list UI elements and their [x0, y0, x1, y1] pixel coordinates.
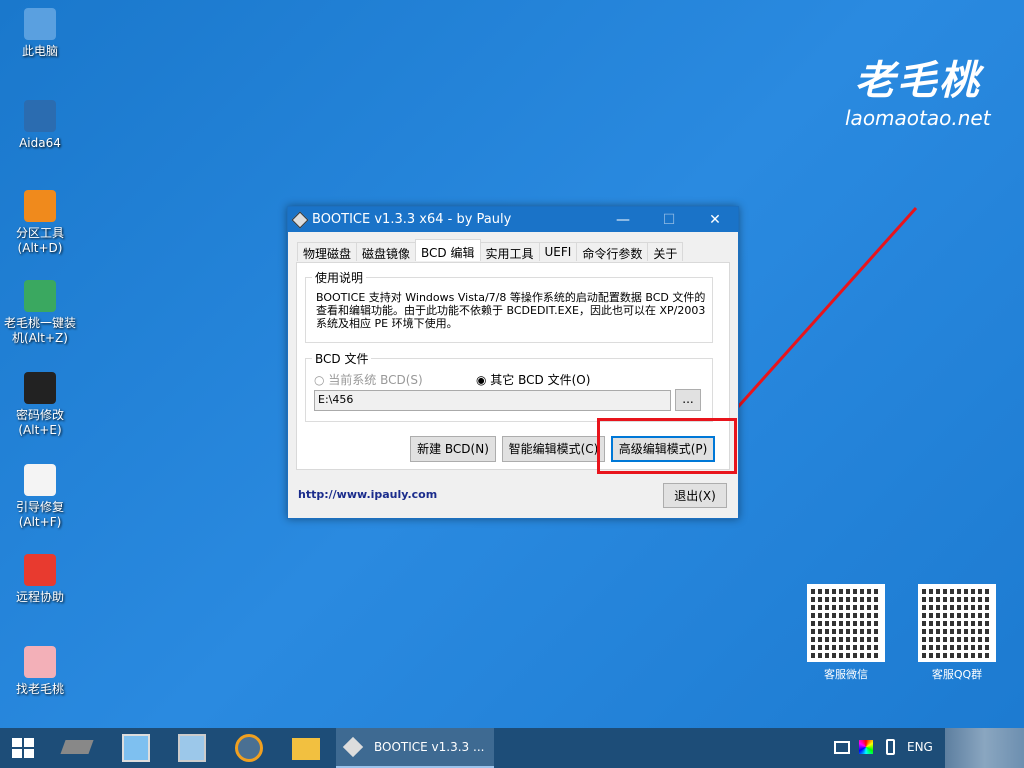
- tab[interactable]: 命令行参数: [576, 242, 648, 261]
- browse-button[interactable]: ...: [675, 389, 701, 411]
- app-icon: [292, 211, 309, 228]
- new-bcd-button[interactable]: 新建 BCD(N): [410, 436, 496, 462]
- start-button[interactable]: [12, 738, 34, 758]
- keyboard-pc-icon[interactable]: [178, 734, 206, 762]
- display-color-icon[interactable]: [859, 740, 873, 754]
- tab[interactable]: BCD 编辑: [415, 239, 480, 261]
- highlight-box: [597, 418, 737, 474]
- usage-group: 使用说明 BOOTICE 支持对 Windows Vista/7/8 等操作系统…: [305, 277, 713, 343]
- tab[interactable]: 关于: [647, 242, 683, 261]
- exit-button[interactable]: 退出(X): [663, 483, 727, 508]
- folder-icon[interactable]: [292, 738, 320, 760]
- language-indicator[interactable]: ENG: [907, 740, 933, 754]
- search-tool-icon[interactable]: [235, 734, 263, 762]
- tab[interactable]: 实用工具: [480, 242, 540, 261]
- maximize-button[interactable]: ☐: [646, 212, 692, 228]
- radio-other-bcd[interactable]: ◉ 其它 BCD 文件(O): [476, 371, 590, 388]
- tab[interactable]: 物理磁盘: [297, 242, 357, 261]
- bcd-file-group: BCD 文件 ○ 当前系统 BCD(S) ◉ 其它 BCD 文件(O) E:\4…: [305, 358, 713, 422]
- close-button[interactable]: ✕: [692, 212, 738, 228]
- network-computer-icon[interactable]: [122, 734, 150, 762]
- chip-tool-icon[interactable]: [60, 740, 93, 754]
- usb-icon[interactable]: [886, 739, 895, 755]
- title-bar[interactable]: BOOTICE v1.3.3 x64 - by Pauly — ☐ ✕: [288, 207, 738, 232]
- bcd-path-input[interactable]: E:\456: [314, 390, 671, 411]
- smart-edit-button[interactable]: 智能编辑模式(C): [502, 436, 605, 462]
- clock-blurred: [945, 728, 1024, 768]
- taskbar-bootice[interactable]: BOOTICE v1.3.3 ...: [336, 728, 494, 768]
- tab[interactable]: 磁盘镜像: [356, 242, 416, 261]
- minimize-button[interactable]: —: [600, 212, 646, 228]
- network-icon[interactable]: [834, 741, 850, 754]
- taskbar: BOOTICE v1.3.3 ... ENG: [0, 728, 1024, 768]
- radio-current-bcd[interactable]: ○ 当前系统 BCD(S): [314, 371, 423, 388]
- tab[interactable]: UEFI: [539, 242, 578, 261]
- bootice-icon: [343, 737, 363, 757]
- ipauly-link[interactable]: http://www.ipauly.com: [298, 488, 437, 501]
